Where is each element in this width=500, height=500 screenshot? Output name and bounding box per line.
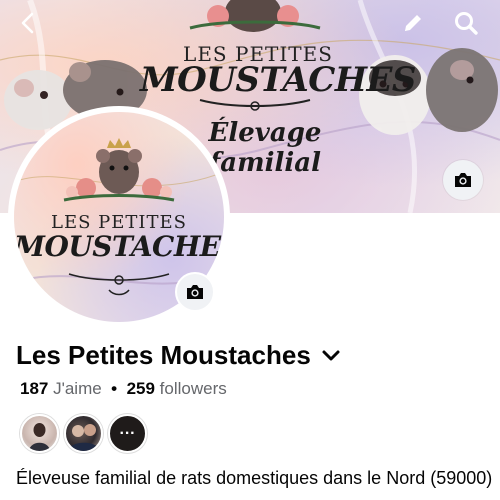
friends-avatars: ··· bbox=[20, 414, 147, 453]
followers-count[interactable]: 259 bbox=[127, 379, 155, 398]
more-dots-icon: ··· bbox=[119, 424, 136, 442]
likes-count[interactable]: 187 bbox=[20, 379, 48, 398]
camera-icon bbox=[455, 173, 471, 187]
page-name-button[interactable]: Les Petites Moustaches bbox=[16, 340, 341, 371]
back-arrow-icon bbox=[21, 12, 34, 34]
friend-avatar[interactable] bbox=[20, 414, 59, 453]
cover-logo-line2: MOUSTACHES bbox=[140, 60, 416, 100]
page-bio: Éleveuse familial de rats domestiques da… bbox=[16, 468, 493, 488]
likes-label[interactable]: J'aime bbox=[53, 379, 102, 398]
chevron-down-icon bbox=[322, 350, 340, 360]
avatar-logo-line2: MOUSTACHES bbox=[14, 230, 224, 263]
friend-avatar-image bbox=[29, 423, 50, 451]
stats-separator: • bbox=[111, 379, 118, 398]
edit-button[interactable] bbox=[397, 7, 429, 39]
search-icon bbox=[455, 12, 478, 35]
followers-label[interactable]: followers bbox=[160, 379, 227, 398]
more-friends-button[interactable]: ··· bbox=[108, 414, 147, 453]
friend-avatar[interactable] bbox=[64, 414, 103, 453]
page-title: Les Petites Moustaches bbox=[16, 340, 311, 370]
profile-camera-button[interactable] bbox=[175, 272, 215, 312]
back-button[interactable] bbox=[12, 7, 44, 39]
page-stats: 187 J'aime • 259 followers bbox=[20, 379, 227, 399]
cover-camera-button[interactable] bbox=[443, 160, 483, 200]
pencil-icon bbox=[405, 15, 421, 31]
friend-avatar-image bbox=[68, 424, 100, 451]
camera-icon bbox=[187, 285, 203, 299]
search-button[interactable] bbox=[450, 7, 482, 39]
